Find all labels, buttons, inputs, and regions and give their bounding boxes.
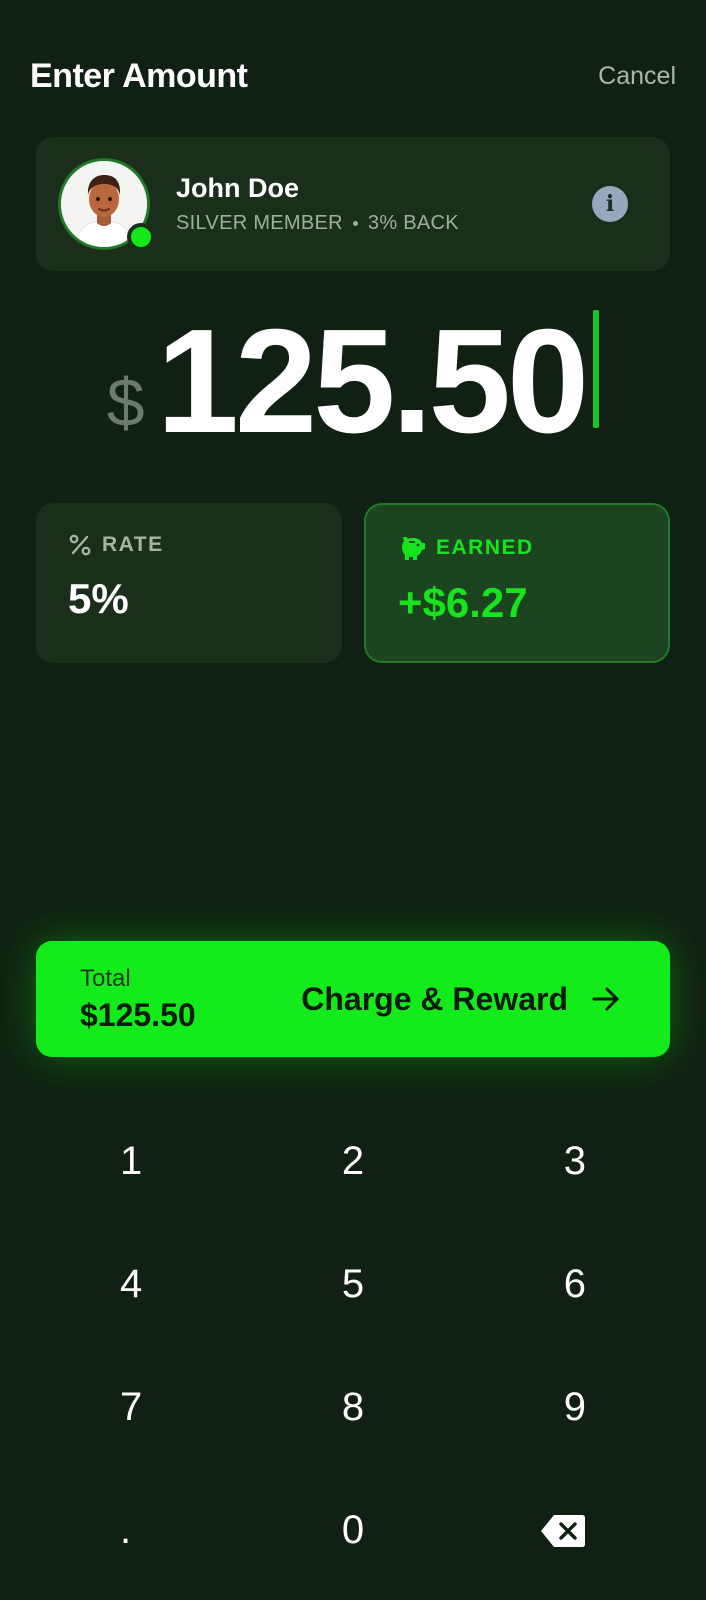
header: Enter Amount Cancel [30, 52, 676, 100]
key-decimal[interactable]: . [0, 1469, 235, 1592]
page-title: Enter Amount [30, 56, 248, 95]
key-3[interactable]: 3 [471, 1100, 706, 1223]
key-7[interactable]: 7 [0, 1346, 235, 1469]
key-6[interactable]: 6 [471, 1223, 706, 1346]
total-summary: Total $125.50 [80, 965, 196, 1034]
earned-label: EARNED [436, 536, 534, 559]
online-status-indicator [127, 223, 155, 251]
rate-card: RATE 5% [36, 503, 342, 663]
avatar [58, 158, 155, 251]
piggy-bank-icon [402, 537, 425, 560]
earned-label-row: EARNED [398, 535, 636, 561]
amount-display: $ 125.50 [0, 308, 706, 456]
key-9[interactable]: 9 [471, 1346, 706, 1469]
key-0[interactable]: 0 [235, 1469, 470, 1592]
backspace-button[interactable] [471, 1469, 706, 1592]
customer-name: John Doe [176, 173, 300, 203]
key-2[interactable]: 2 [235, 1100, 470, 1223]
earned-value: +$6.27 [398, 579, 528, 626]
separator-dot [352, 221, 358, 226]
customer-info: John Doe SILVER MEMBER 3% BACK [176, 173, 592, 235]
arrow-right-icon [592, 987, 619, 1011]
membership-tier: SILVER MEMBER [176, 212, 343, 234]
charge-reward-button[interactable]: Total $125.50 Charge & Reward [36, 941, 670, 1057]
charge-action-label: Charge & Reward [301, 980, 568, 1017]
info-icon[interactable]: i [592, 186, 628, 222]
total-value: $125.50 [80, 996, 196, 1033]
key-4[interactable]: 4 [0, 1223, 235, 1346]
customer-meta: SILVER MEMBER 3% BACK [176, 212, 592, 235]
amount-value: 125.50 [156, 299, 590, 464]
rate-label: RATE [102, 533, 164, 556]
text-cursor [593, 310, 600, 428]
backspace-icon [540, 1514, 585, 1547]
rate-label-row: RATE [68, 533, 310, 557]
currency-symbol: $ [106, 365, 145, 441]
key-5[interactable]: 5 [235, 1223, 470, 1346]
percent-icon [69, 534, 91, 556]
key-1[interactable]: 1 [0, 1100, 235, 1223]
key-8[interactable]: 8 [235, 1346, 470, 1469]
earned-card: EARNED +$6.27 [364, 503, 670, 663]
cashback-rate: 3% BACK [367, 212, 459, 234]
cancel-button[interactable]: Cancel [598, 62, 676, 91]
numeric-keypad: 1 2 3 4 5 6 7 8 9 . 0 [0, 1100, 706, 1592]
enter-amount-screen: Enter Amount Cancel John Doe SILVER MEMB… [0, 0, 706, 1600]
charge-action: Charge & Reward [301, 981, 622, 1018]
rate-value: 5% [68, 575, 129, 622]
customer-card[interactable]: John Doe SILVER MEMBER 3% BACK i [36, 137, 670, 271]
total-label: Total [80, 964, 131, 992]
